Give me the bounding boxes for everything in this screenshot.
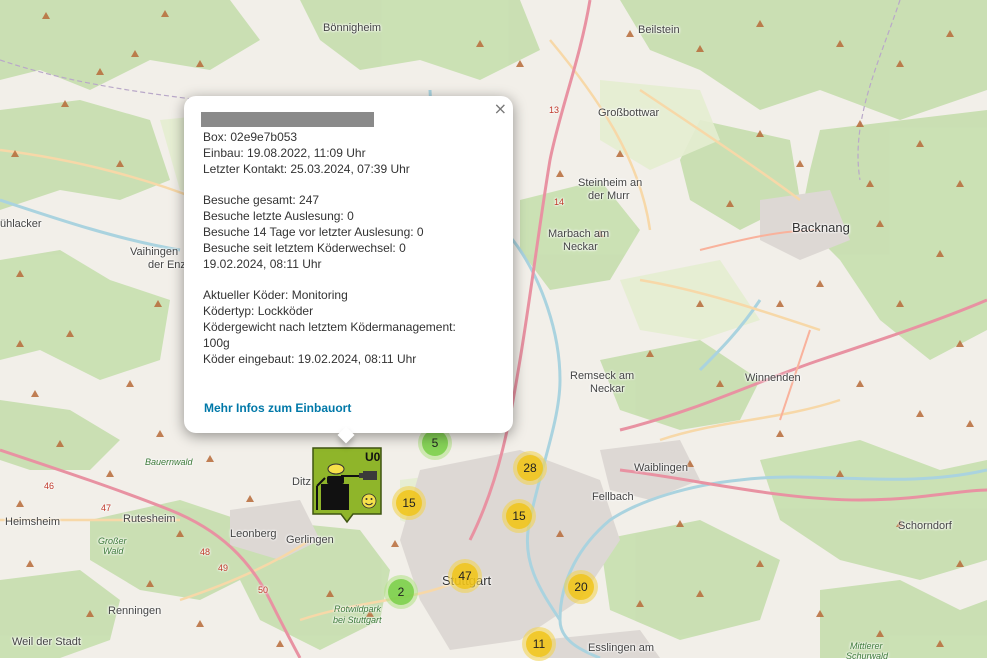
place-label: Großbottwar bbox=[598, 107, 660, 119]
place-label: der Enz bbox=[148, 259, 186, 271]
place-label: Bauernwald bbox=[145, 457, 193, 467]
place-label: Beilstein bbox=[638, 24, 680, 36]
place-label: Esslingen am bbox=[588, 642, 655, 654]
place-label: Renningen bbox=[108, 605, 162, 617]
place-label: Steinheim an bbox=[578, 177, 643, 189]
place-label: Schorndorf bbox=[898, 520, 952, 532]
smiley-icon bbox=[361, 493, 377, 509]
place-label: Leonberg bbox=[230, 528, 277, 540]
bait-weight-value: 100g bbox=[203, 336, 230, 350]
cluster-count: 5 bbox=[422, 430, 448, 456]
place-label: Heimsheim bbox=[5, 516, 61, 528]
visits-14-days: Besuche 14 Tage vor letzter Auslesung: 0 bbox=[203, 225, 424, 239]
marker-cluster[interactable]: 15 bbox=[392, 486, 426, 520]
marker-label: U0 bbox=[365, 450, 381, 464]
place-label: Gerlingen bbox=[286, 534, 334, 546]
marker-cluster[interactable]: 20 bbox=[564, 570, 598, 604]
cluster-count: 2 bbox=[388, 579, 414, 605]
marker-cluster[interactable]: 11 bbox=[522, 627, 556, 661]
road-number: 48 bbox=[200, 547, 211, 557]
place-label: der Murr bbox=[588, 190, 630, 202]
close-button[interactable]: × bbox=[494, 99, 507, 119]
visits-total: Besuche gesamt: 247 bbox=[203, 193, 320, 207]
road-number: 47 bbox=[101, 503, 112, 513]
visits-since-bait-change: Besuche seit letztem Köderwechsel: 0 bbox=[203, 241, 406, 255]
box-id: Box: 02e9e7b053 bbox=[203, 130, 298, 144]
redacted-title bbox=[201, 112, 374, 127]
road-number: 46 bbox=[44, 481, 55, 491]
place-label: Ditz bbox=[292, 476, 311, 488]
cluster-count: 15 bbox=[506, 503, 532, 529]
installation-date: Einbau: 19.08.2022, 11:09 Uhr bbox=[203, 146, 366, 160]
marker-cluster[interactable]: 15 bbox=[502, 499, 536, 533]
bait-box-marker[interactable]: U0 bbox=[311, 446, 383, 530]
road-number: 49 bbox=[218, 563, 229, 573]
road-number: 50 bbox=[258, 585, 269, 595]
place-label: Bönnigheim bbox=[323, 22, 382, 34]
place-label: Remseck am bbox=[570, 370, 635, 382]
place-label: Wald bbox=[103, 546, 124, 556]
place-label: Waiblingen bbox=[634, 462, 689, 474]
info-popup: × Box: 02e9e7b053 Einbau: 19.08.2022, 11… bbox=[184, 96, 513, 444]
place-label: Neckar bbox=[563, 241, 598, 253]
popup-content: Box: 02e9e7b053 Einbau: 19.08.2022, 11:0… bbox=[203, 129, 503, 367]
bait-weight: Ködergewicht nach letztem Ködermanagemen… bbox=[203, 320, 456, 334]
cluster-count: 47 bbox=[452, 563, 478, 589]
place-label: Neckar bbox=[590, 383, 625, 395]
more-info-link[interactable]: Mehr Infos zum Einbauort bbox=[204, 401, 351, 415]
bait-installed: Köder eingebaut: 19.02.2024, 08:11 Uhr bbox=[203, 352, 417, 366]
cluster-count: 15 bbox=[396, 490, 422, 516]
current-bait: Aktueller Köder: Monitoring bbox=[203, 288, 348, 302]
visits-last-reading: Besuche letzte Auslesung: 0 bbox=[203, 209, 354, 223]
bait-type: Ködertyp: Lockköder bbox=[203, 304, 314, 318]
place-label: Winnenden bbox=[745, 372, 801, 384]
cluster-count: 11 bbox=[526, 631, 552, 657]
place-label: Vaihingen bbox=[130, 246, 179, 258]
marker-cluster[interactable]: 2 bbox=[384, 575, 418, 609]
cluster-count: 28 bbox=[517, 455, 543, 481]
place-label: bei Stuttgart bbox=[333, 615, 382, 625]
marker-cluster[interactable]: 47 bbox=[448, 559, 482, 593]
cluster-count: 20 bbox=[568, 574, 594, 600]
road-number: 13 bbox=[549, 105, 560, 115]
place-label: Marbach am bbox=[548, 228, 610, 240]
road-number: 14 bbox=[554, 197, 565, 207]
place-label: ühlacker bbox=[0, 218, 42, 230]
bait-change-date: 19.02.2024, 08:11 Uhr bbox=[203, 257, 322, 271]
marker-cluster[interactable]: 28 bbox=[513, 451, 547, 485]
place-label: Schurwald bbox=[846, 651, 889, 661]
place-label: Backnang bbox=[792, 220, 850, 235]
place-label: Rutesheim bbox=[123, 513, 176, 525]
place-label: Weil der Stadt bbox=[12, 636, 81, 648]
place-label: Fellbach bbox=[592, 491, 634, 503]
last-contact: Letzter Kontakt: 25.03.2024, 07:39 Uhr bbox=[203, 162, 410, 176]
